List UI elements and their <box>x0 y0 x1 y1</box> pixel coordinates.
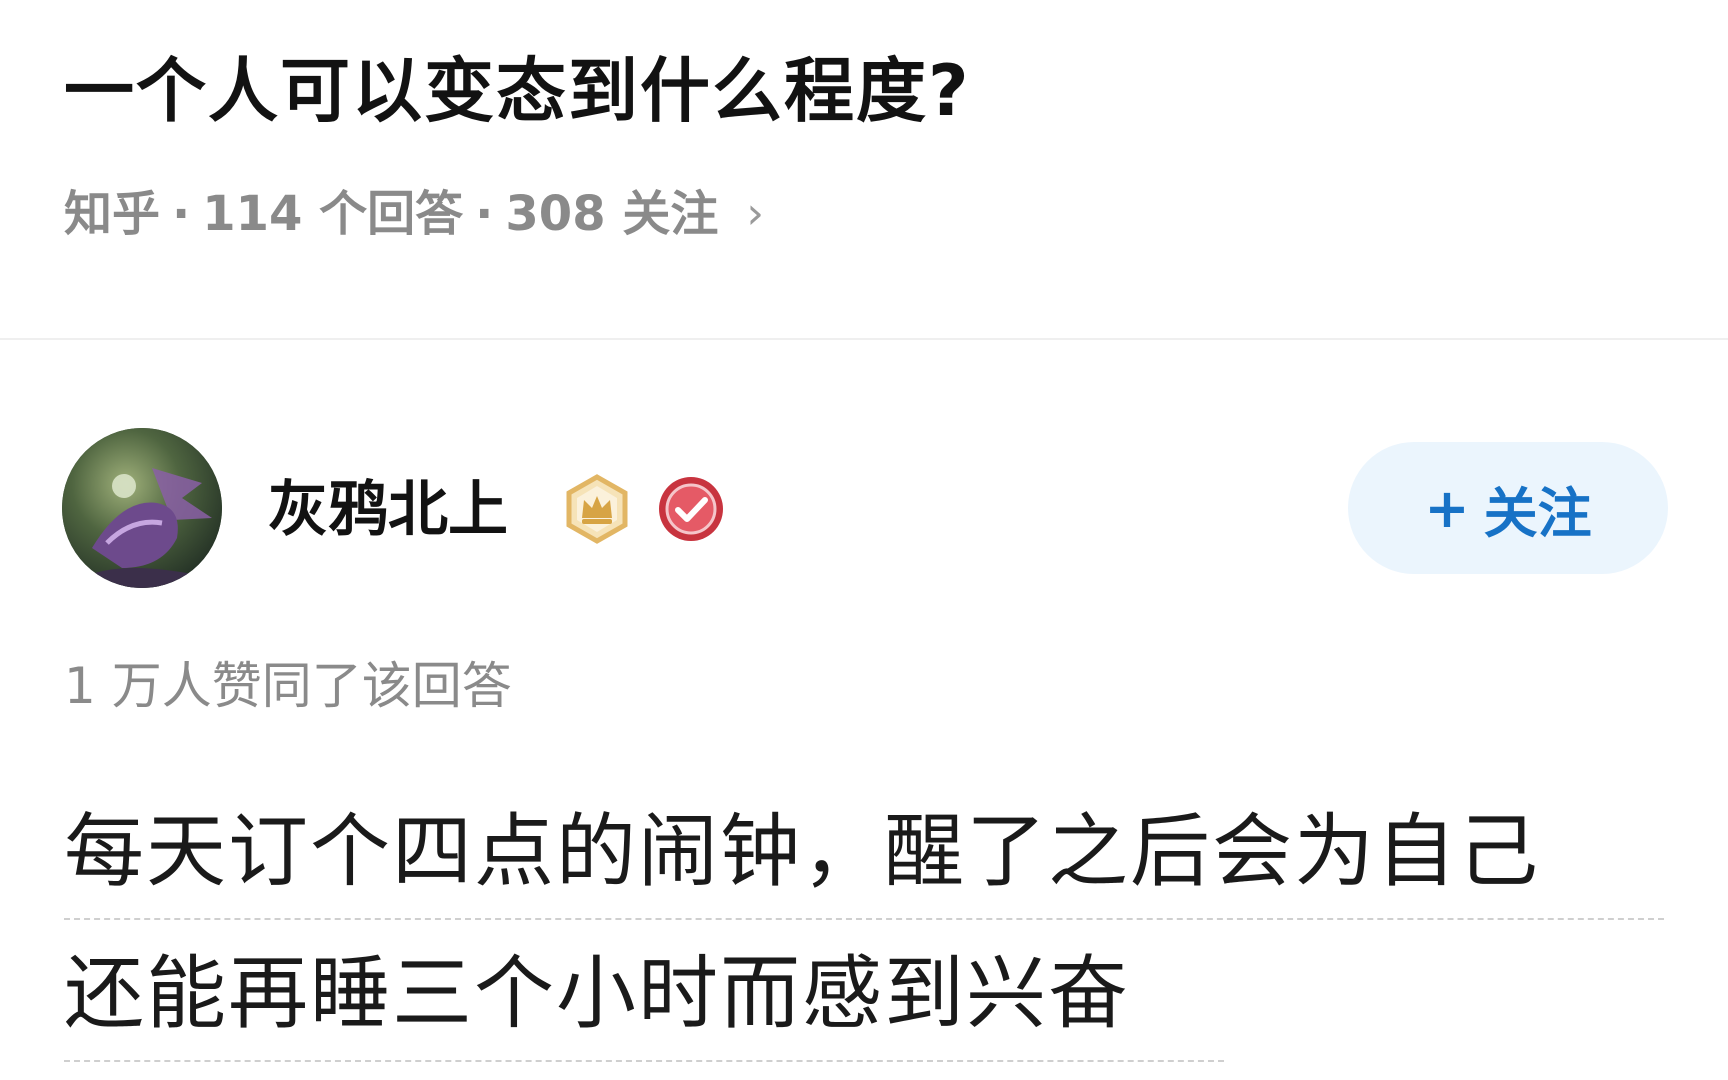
author-name[interactable]: 灰鸦北上 <box>268 470 508 550</box>
vote-count: 1 万人赞同了该回答 <box>64 657 512 715</box>
avatar-image <box>62 428 222 588</box>
meta-separator: · <box>475 186 494 242</box>
follow-button-label: 关注 <box>1483 481 1592 545</box>
answer-text-line: 还能再睡三个小时而感到兴奋 <box>64 947 1130 1040</box>
line-underline <box>64 918 1664 920</box>
verified-badge-icon[interactable] <box>656 474 726 544</box>
plus-icon: + <box>1424 476 1470 540</box>
follower-count: 308 关注 <box>505 186 719 242</box>
line-underline <box>64 1060 1224 1062</box>
section-divider <box>0 338 1728 340</box>
chevron-right-icon[interactable]: › <box>746 182 764 246</box>
avatar[interactable] <box>62 428 222 588</box>
follow-button[interactable]: + 关注 <box>1348 442 1668 574</box>
meta-separator: · <box>172 186 191 242</box>
answer-count: 114 个回答 <box>202 186 464 242</box>
crown-badge-icon[interactable] <box>562 474 632 544</box>
question-meta[interactable]: 知乎 · 114 个回答 · 308 关注 › <box>64 182 764 246</box>
question-title[interactable]: 一个人可以变态到什么程度? <box>64 36 971 146</box>
source-label: 知乎 <box>64 186 161 242</box>
answer-text-line: 每天订个四点的闹钟，醒了之后会为自己 <box>64 805 1540 898</box>
